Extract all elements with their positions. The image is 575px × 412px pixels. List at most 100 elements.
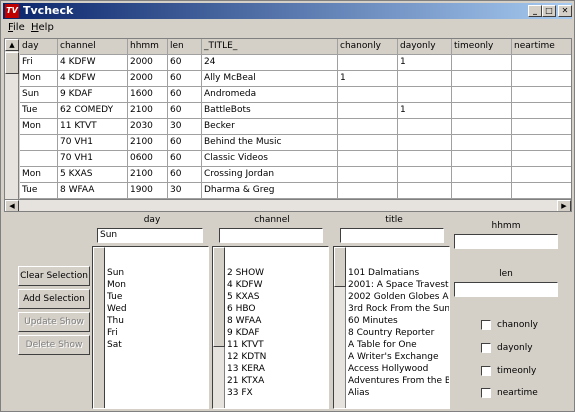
day-list[interactable]: Sun Mon Tue Wed Thu Fri Sat xyxy=(92,246,209,409)
title-list-item[interactable]: A Writer's Exchange xyxy=(348,351,449,363)
title-bar[interactable]: TV Tvcheck _ □ ✕ xyxy=(3,3,572,19)
minimize-button[interactable]: _ xyxy=(528,5,542,17)
grid-cell[interactable]: 1 xyxy=(338,71,398,87)
grid-cell[interactable] xyxy=(452,55,512,71)
grid-cell[interactable]: Classic Videos xyxy=(202,151,338,167)
grid-cell[interactable]: BattleBots xyxy=(202,103,338,119)
table-row[interactable]: Tue 8 WFAA 1900 30 Dharma & Greg xyxy=(20,183,571,199)
grid-cell[interactable] xyxy=(338,119,398,135)
grid-horizontal-scrollbar[interactable]: ◀ ▶ xyxy=(5,199,571,211)
grid-cell[interactable]: 4 KDFW xyxy=(58,55,128,71)
table-row[interactable]: 70 VH1 2100 60 Behind the Music xyxy=(20,135,571,151)
title-list-scrollbar[interactable] xyxy=(334,247,346,408)
scroll-left-icon[interactable]: ◀ xyxy=(5,200,19,211)
grid-cell[interactable] xyxy=(452,151,512,167)
title-list-item[interactable]: 8 Country Reporter xyxy=(348,327,449,339)
grid-cell[interactable]: 2030 xyxy=(128,119,168,135)
day-list-item[interactable]: Wed xyxy=(107,303,208,315)
grid-cell[interactable] xyxy=(512,183,571,199)
column-header[interactable]: _TITLE_ xyxy=(202,39,338,55)
channel-list-item[interactable]: 21 KTXA xyxy=(227,375,328,387)
grid-cell[interactable]: 60 xyxy=(168,167,202,183)
grid-cell[interactable] xyxy=(398,71,452,87)
chanonly-checkbox[interactable] xyxy=(481,320,491,330)
neartime-checkbox[interactable] xyxy=(481,388,491,398)
title-list-thumb[interactable] xyxy=(334,247,346,287)
grid-cell[interactable]: 30 xyxy=(168,119,202,135)
day-list-item[interactable]: Mon xyxy=(107,279,208,291)
grid-vertical-scrollbar[interactable]: ▲ xyxy=(5,39,19,199)
grid-cell[interactable]: 5 KXAS xyxy=(58,167,128,183)
grid-cell[interactable]: 11 KTVT xyxy=(58,119,128,135)
add-selection-button[interactable]: Add Selection xyxy=(18,289,90,309)
day-list-item[interactable]: Tue xyxy=(107,291,208,303)
table-row[interactable]: 70 VH1 0600 60 Classic Videos xyxy=(20,151,571,167)
column-header[interactable]: chanonly xyxy=(338,39,398,55)
grid-cell[interactable]: 2100 xyxy=(128,103,168,119)
channel-list-item[interactable]: 2 SHOW xyxy=(227,267,328,279)
grid-cell[interactable]: 2000 xyxy=(128,55,168,71)
delete-show-button[interactable]: Delete Show xyxy=(18,335,90,355)
grid-cell[interactable] xyxy=(338,87,398,103)
grid-cell[interactable] xyxy=(398,119,452,135)
table-row[interactable]: Mon 4 KDFW 2000 60 Ally McBeal 1 xyxy=(20,71,571,87)
title-list-item[interactable]: A Table for One xyxy=(348,339,449,351)
table-row[interactable]: Mon 11 KTVT 2030 30 Becker xyxy=(20,119,571,135)
grid-cell[interactable]: 1 xyxy=(398,55,452,71)
dayonly-checkbox[interactable] xyxy=(481,343,491,353)
column-header[interactable]: dayonly xyxy=(398,39,452,55)
column-header[interactable]: len xyxy=(168,39,202,55)
menu-file[interactable]: File xyxy=(8,22,25,34)
table-row[interactable]: Fri 4 KDFW 2000 60 24 1 xyxy=(20,55,571,71)
grid-cell[interactable] xyxy=(338,103,398,119)
grid-cell[interactable] xyxy=(452,183,512,199)
grid-cell[interactable] xyxy=(452,135,512,151)
timeonly-checkbox[interactable] xyxy=(481,366,491,376)
title-list-item[interactable]: Adventures From the Boo xyxy=(348,375,449,387)
grid-cell[interactable] xyxy=(398,167,452,183)
grid-cell[interactable] xyxy=(512,151,571,167)
grid-cell[interactable]: Crossing Jordan xyxy=(202,167,338,183)
title-list-item[interactable]: Access Hollywood xyxy=(348,363,449,375)
column-header[interactable]: hhmm xyxy=(128,39,168,55)
grid-cell[interactable] xyxy=(452,119,512,135)
grid-cell[interactable] xyxy=(512,71,571,87)
scroll-up-icon[interactable]: ▲ xyxy=(5,39,19,51)
column-header[interactable]: timeonly xyxy=(452,39,512,55)
title-list[interactable]: 101 Dalmatians 2001: A Space Travesty 2002… xyxy=(333,246,450,409)
grid-cell[interactable] xyxy=(452,167,512,183)
table-row[interactable]: Tue 62 COMEDY 2100 60 BattleBots 1 xyxy=(20,103,571,119)
table-row[interactable]: Mon 5 KXAS 2100 60 Crossing Jordan xyxy=(20,167,571,183)
day-input[interactable]: Sun xyxy=(97,228,203,243)
grid-cell[interactable]: Mon xyxy=(20,119,58,135)
grid-cell[interactable] xyxy=(338,55,398,71)
clear-selection-button[interactable]: Clear Selection xyxy=(18,266,90,286)
channel-list-item[interactable]: 11 KTVT xyxy=(227,339,328,351)
channel-list-item[interactable]: 12 KDTN xyxy=(227,351,328,363)
grid-cell[interactable] xyxy=(20,151,58,167)
grid-cell[interactable] xyxy=(338,167,398,183)
grid-cell[interactable] xyxy=(398,87,452,103)
menu-help[interactable]: Help xyxy=(31,22,54,34)
grid-cell[interactable] xyxy=(512,103,571,119)
grid-cell[interactable]: 9 KDAF xyxy=(58,87,128,103)
channel-list-item[interactable]: 9 KDAF xyxy=(227,327,328,339)
grid-cell[interactable]: 62 COMEDY xyxy=(58,103,128,119)
grid-cell[interactable]: 1 xyxy=(398,103,452,119)
grid-cell[interactable]: Becker xyxy=(202,119,338,135)
day-list-scrollbar[interactable] xyxy=(93,247,105,408)
grid-cell[interactable]: Mon xyxy=(20,71,58,87)
channel-input[interactable] xyxy=(219,228,323,243)
grid-cell[interactable]: 60 xyxy=(168,103,202,119)
grid-cell[interactable]: Fri xyxy=(20,55,58,71)
grid-cell[interactable]: 30 xyxy=(168,183,202,199)
grid-cell[interactable]: 1900 xyxy=(128,183,168,199)
channel-list-item[interactable]: 33 FX xyxy=(227,387,328,399)
grid-scroll-thumb[interactable] xyxy=(5,52,19,74)
grid-cell[interactable] xyxy=(20,135,58,151)
grid-cell[interactable] xyxy=(398,135,452,151)
update-show-button[interactable]: Update Show xyxy=(18,312,90,332)
grid-cell[interactable]: Tue xyxy=(20,183,58,199)
title-list-item[interactable]: 3rd Rock From the Sun xyxy=(348,303,449,315)
channel-list-item[interactable]: 6 HBO xyxy=(227,303,328,315)
